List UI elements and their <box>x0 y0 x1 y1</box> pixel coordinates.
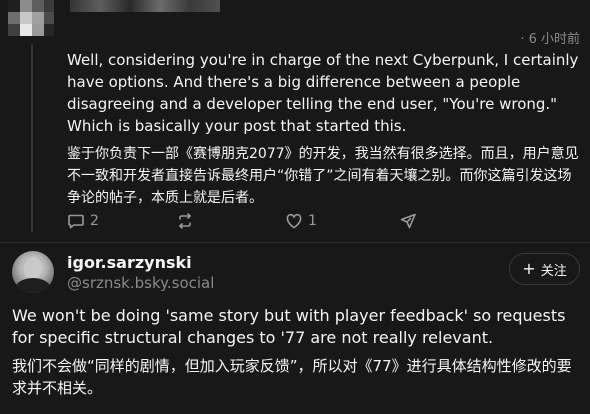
comment-button[interactable]: 2 <box>67 212 176 230</box>
reply-post-text-zh: 我们不会做“同样的剧情，但加入玩家反馈”，所以对《77》进行具体结构性修改的要求… <box>12 357 572 397</box>
parent-post-text-en: Well, considering you're in charge of th… <box>67 51 579 135</box>
like-count: 1 <box>308 213 317 229</box>
reply-post-text-en: We won't be doing 'same story but with p… <box>12 306 566 347</box>
parent-post-text-zh: 鉴于你负责下一部《赛博朋克2077》的开发，我当然有很多选择。而且，用户意见不一… <box>67 146 579 206</box>
reply-avatar[interactable] <box>12 251 54 293</box>
avatar-head-shape <box>24 257 42 279</box>
share-button[interactable] <box>399 212 417 230</box>
reply-username[interactable]: igor.sarzynski <box>67 253 192 272</box>
avatar-shoulders-shape <box>15 278 51 293</box>
parent-username-pixelated[interactable] <box>70 0 220 12</box>
follow-label: 关注 <box>540 263 567 279</box>
post-divider <box>0 242 590 243</box>
reply-handle[interactable]: @srznsk.bsky.social <box>67 274 214 292</box>
like-button[interactable]: 1 <box>285 212 399 230</box>
share-icon <box>400 213 416 229</box>
repost-button[interactable] <box>176 212 285 230</box>
comment-count: 2 <box>90 213 99 229</box>
parent-avatar-pixelated[interactable] <box>8 0 54 36</box>
thread-connector-line <box>31 44 33 232</box>
plus-icon: + <box>522 259 536 278</box>
comment-icon <box>68 214 84 229</box>
repost-icon <box>179 213 191 229</box>
post-action-bar: 2 1 <box>67 210 417 232</box>
post-timestamp: · 6 小时前 <box>520 32 580 47</box>
heart-icon <box>286 213 302 229</box>
follow-button[interactable]: + 关注 <box>509 253 580 285</box>
